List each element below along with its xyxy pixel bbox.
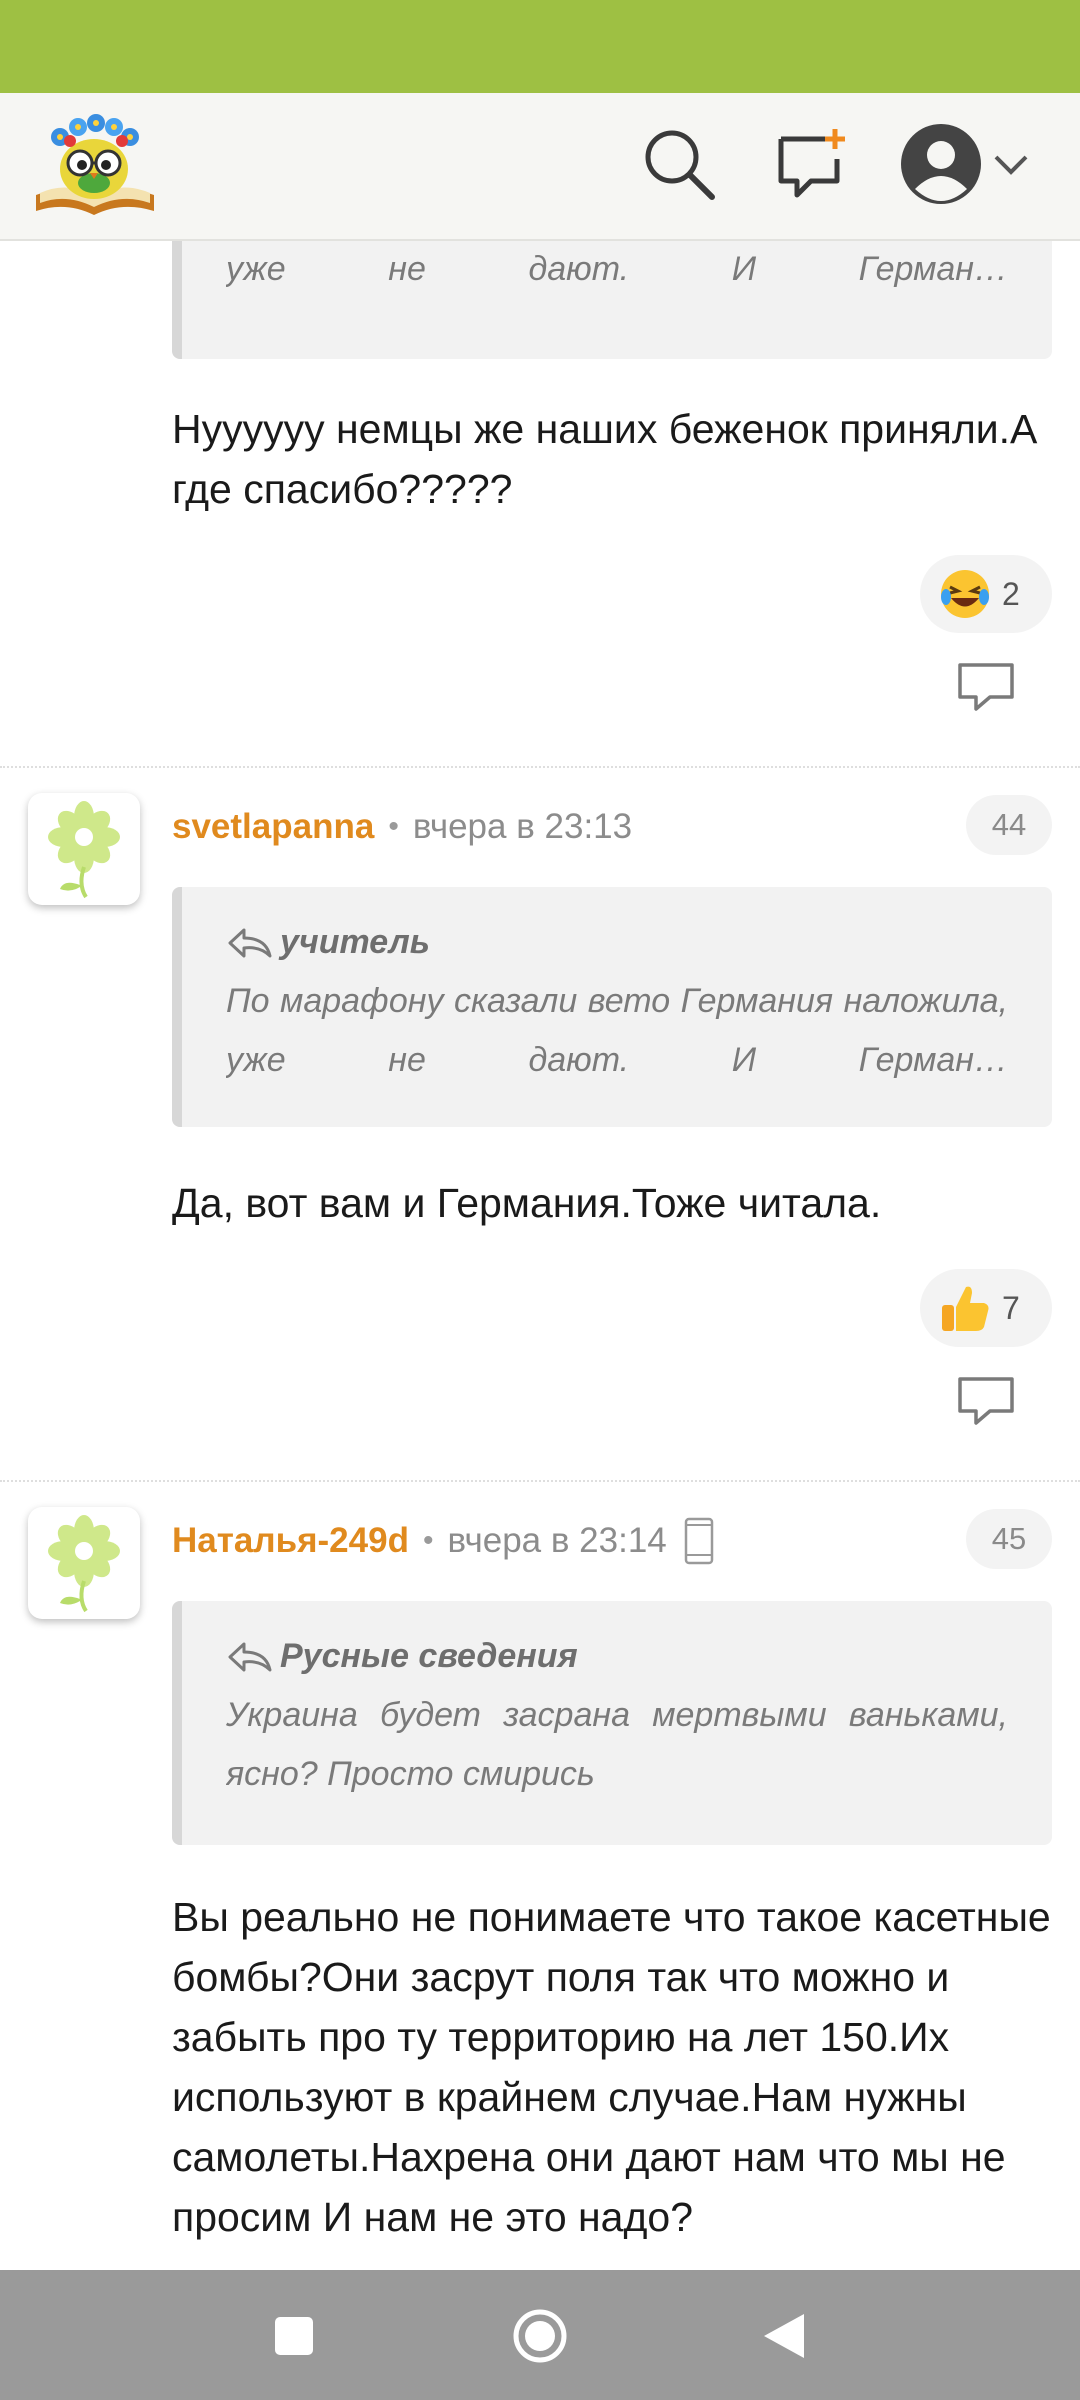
flower-avatar-icon [48, 801, 120, 899]
quote-author: Русные сведения [226, 1627, 1008, 1686]
quote-text: Украина будет засрана мертвыми ваньками,… [226, 1696, 1008, 1793]
app-header [0, 93, 1080, 241]
system-navigation-bar [0, 2270, 1080, 2400]
reply-arrow-icon [228, 1642, 272, 1671]
timestamp[interactable]: вчера в 23:13 [413, 807, 632, 847]
quoted-comment[interactable]: Русные сведения Украина будет засрана ме… [172, 1601, 1052, 1845]
comment-meta: svetlapanna • вчера в 23:13 [172, 797, 632, 857]
avatar[interactable] [28, 1507, 140, 1619]
quote-author: учитель [226, 913, 1008, 972]
separator-dot: • [422, 1524, 434, 1557]
comments-feed: По марафону сказали вето Германия наложи… [0, 241, 1080, 2270]
back-icon[interactable] [746, 2298, 822, 2374]
comment-text: Нуууууу немцы же наших беженок приняли.А… [172, 406, 1038, 512]
comment-text: Вы реально не понимаете что такое касетн… [172, 1894, 1051, 2240]
laughing-tears-emoji [941, 570, 989, 618]
reply-icon[interactable] [956, 659, 1016, 715]
flower-avatar-icon [48, 1515, 120, 1613]
reaction-count: 7 [1002, 1289, 1020, 1326]
reaction-button[interactable]: 7 [920, 1269, 1052, 1347]
comment-text: Да, вот вам и Германия.Тоже читала. [172, 1180, 882, 1226]
reply-arrow-icon [228, 928, 272, 957]
site-logo[interactable] [30, 107, 160, 223]
quoted-comment[interactable]: учитель По марафону сказали вето Германи… [172, 887, 1052, 1127]
new-post-icon[interactable] [775, 125, 851, 201]
timestamp[interactable]: вчера в 23:14 [447, 1521, 666, 1561]
reply-icon[interactable] [956, 1373, 1016, 1429]
divider [0, 1480, 1080, 1482]
avatar[interactable] [28, 793, 140, 905]
username[interactable]: svetlapanna [172, 807, 374, 847]
chevron-down-icon[interactable] [992, 145, 1030, 183]
quoted-comment[interactable]: По марафону сказали вето Германия наложи… [172, 241, 1052, 359]
search-icon[interactable] [640, 125, 718, 203]
quote-text: По марафону сказали вето Германия наложи… [226, 250, 1008, 288]
status-bar [0, 0, 1080, 93]
username[interactable]: Наталья-249d [172, 1521, 409, 1561]
reaction-count: 2 [1002, 575, 1020, 612]
comment-meta: Наталья-249d • вчера в 23:14 [172, 1511, 715, 1571]
quote-text: По марафону сказали вето Германия наложи… [226, 982, 1008, 1079]
mobile-phone-icon [684, 1517, 713, 1565]
divider [0, 766, 1080, 768]
reaction-button[interactable]: 2 [920, 555, 1052, 633]
home-icon[interactable] [502, 2298, 578, 2374]
comment-number-badge[interactable]: 44 [966, 795, 1052, 855]
user-avatar-icon[interactable] [900, 123, 982, 205]
comment-number-badge[interactable]: 45 [966, 1509, 1052, 1569]
separator-dot: • [388, 810, 399, 843]
recent-apps-icon[interactable] [256, 2298, 332, 2374]
thumbs-up-emoji [942, 1286, 989, 1331]
